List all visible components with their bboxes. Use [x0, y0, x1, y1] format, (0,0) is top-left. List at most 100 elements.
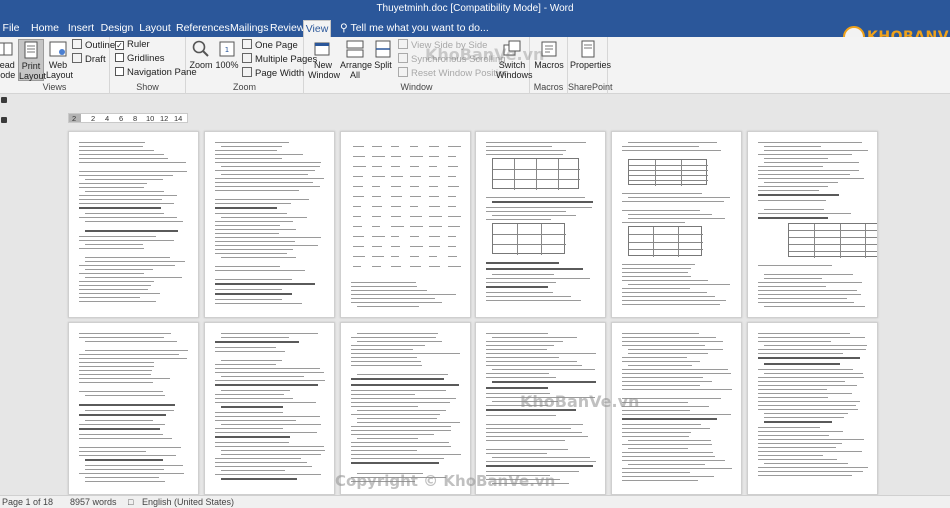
watermark: KhoBanVe.vn [425, 45, 545, 64]
document-page[interactable] [68, 131, 199, 318]
text-line [353, 266, 361, 267]
heading-line [215, 384, 318, 386]
heading-line [764, 421, 832, 423]
page-count[interactable]: Page 1 of 18 [2, 497, 53, 507]
print-layout-button[interactable]: Print Layout [18, 39, 46, 81]
text-line [351, 446, 451, 447]
language[interactable]: English (United States) [142, 497, 234, 507]
tab-insert[interactable]: Insert [66, 20, 96, 37]
text-line [622, 381, 712, 382]
read-mode-button[interactable]: Read Mode [0, 39, 16, 81]
text-line [221, 337, 289, 338]
new-window-button[interactable]: New Window [308, 39, 340, 81]
arrange-all-button[interactable]: Arrange All [340, 39, 372, 81]
table-row-divider [493, 234, 566, 235]
text-line [429, 216, 442, 217]
text-line [215, 446, 324, 447]
split-button[interactable]: Split [370, 39, 396, 81]
text-line [622, 222, 685, 223]
text-line [79, 366, 154, 367]
text-line [85, 244, 143, 245]
text-line [372, 186, 380, 187]
table-col-divider [681, 160, 682, 186]
gridlines-checkbox[interactable]: Gridlines [115, 53, 165, 66]
tab-references[interactable]: References [176, 20, 230, 37]
document-page[interactable] [475, 131, 606, 318]
document-page[interactable] [747, 322, 878, 495]
text-line [215, 458, 301, 459]
table-col-divider [653, 227, 654, 257]
heading-line [215, 283, 315, 285]
save-marker-icon [1, 97, 7, 103]
text-line [429, 266, 440, 267]
text-line [758, 409, 858, 410]
tab-view[interactable]: View [303, 20, 331, 37]
zoom-100-button[interactable]: 1 100% [214, 39, 240, 81]
text-line [215, 245, 318, 246]
checkbox-icon [115, 53, 124, 62]
status-bar: Page 1 of 18 8957 words □ English (Unite… [0, 495, 950, 508]
text-line [758, 190, 819, 191]
text-line [351, 414, 440, 415]
text-line [486, 365, 582, 366]
text-line [85, 469, 164, 470]
one-page-button[interactable]: One Page [242, 39, 298, 52]
text-line [410, 226, 423, 227]
text-line [357, 418, 437, 419]
text-line [758, 405, 856, 406]
word-count[interactable]: 8957 words [70, 497, 117, 507]
ruler-number: 10 [146, 114, 155, 123]
tell-me-search[interactable]: ⚲ Tell me what you want to do... [340, 22, 489, 34]
heading-line [492, 381, 596, 383]
document-page[interactable] [68, 322, 199, 495]
document-page[interactable] [611, 131, 742, 318]
text-line [85, 221, 183, 222]
text-line [215, 249, 293, 250]
text-line [429, 226, 442, 227]
tab-design[interactable]: Design [100, 20, 134, 37]
tab-file[interactable]: File [0, 20, 22, 37]
draft-button[interactable]: Draft [72, 53, 106, 66]
text-line [215, 253, 287, 254]
tab-layout[interactable]: Layout [138, 20, 172, 37]
document-page[interactable] [340, 131, 471, 318]
horizontal-ruler[interactable]: 2 2 4 6 8 10 12 14 [68, 113, 188, 123]
reset-position-icon [398, 67, 408, 77]
ruler-checkbox[interactable]: ✓ Ruler [115, 39, 150, 52]
web-layout-button[interactable]: Web Layout [46, 39, 73, 81]
page-width-button[interactable]: Page Width [242, 67, 304, 80]
heading-line [79, 428, 160, 430]
navigation-pane-checkbox[interactable]: Navigation Pane [115, 67, 197, 80]
text-line [429, 166, 437, 167]
text-line [79, 142, 145, 143]
zoom-button[interactable]: Zoom [188, 39, 214, 81]
text-line [486, 345, 554, 346]
properties-button[interactable]: Properties [570, 39, 611, 81]
tab-mailings[interactable]: Mailings [230, 20, 269, 37]
tab-home[interactable]: Home [28, 20, 62, 37]
outline-button[interactable]: Outline [72, 39, 115, 52]
tab-review[interactable]: Review [270, 20, 304, 37]
text-line [85, 269, 153, 270]
text-line [622, 150, 721, 151]
document-page[interactable] [747, 131, 878, 318]
text-line [215, 462, 307, 463]
window-title: Thuyetminh.doc [Compatibility Mode] - Wo… [376, 3, 574, 14]
proofing-icon[interactable]: □ [128, 497, 133, 507]
text-line [758, 142, 862, 143]
text-line [764, 417, 844, 418]
text-line [758, 333, 850, 334]
document-page[interactable] [204, 322, 335, 495]
text-line [215, 182, 313, 183]
text-line [353, 206, 361, 207]
document-page[interactable] [340, 322, 471, 495]
text-line [351, 458, 444, 459]
table-row-divider [629, 165, 708, 166]
watermark: KhoBanVe.vn [520, 392, 640, 411]
text-line [622, 452, 713, 453]
text-line [351, 454, 461, 455]
text-line [215, 372, 324, 373]
document-page[interactable] [204, 131, 335, 318]
reset-window-position-button[interactable]: Reset Window Position [398, 67, 509, 80]
text-line [79, 297, 140, 298]
